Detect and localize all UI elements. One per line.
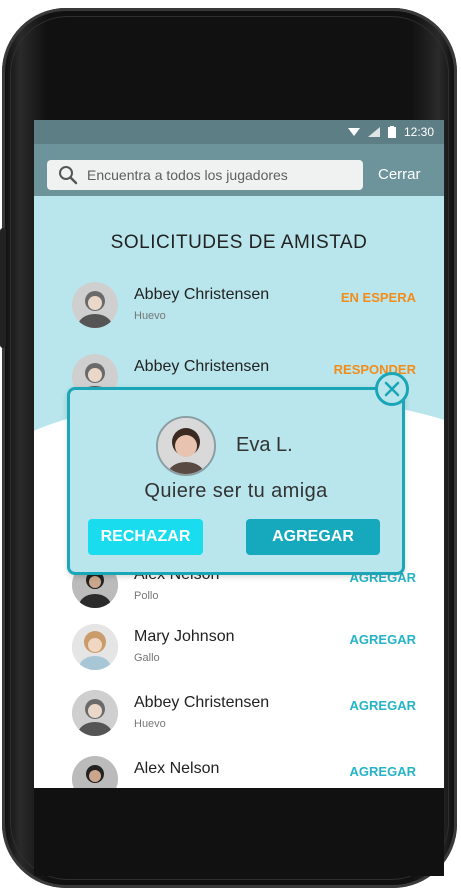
status-time: 12:30 [403, 125, 434, 139]
list-item[interactable]: Mary Johnson Gallo AGREGAR [34, 624, 444, 684]
search-box[interactable] [47, 160, 363, 190]
avatar [72, 690, 118, 736]
add-button[interactable]: AGREGAR [350, 632, 416, 647]
list-item[interactable]: Alex Nelson AGREGAR [34, 756, 444, 788]
dialog-name: Eva L. [236, 434, 293, 456]
list-item-name: Abbey Christensen [134, 286, 270, 303]
phone-side-button [0, 228, 6, 348]
list-item-name: Abbey Christensen [134, 694, 270, 711]
list-item-subtitle: Huevo [134, 310, 166, 322]
list-item-name: Abbey Christensen [134, 358, 270, 375]
status-bar: 12:30 [34, 120, 444, 144]
list-item-subtitle: Gallo [134, 652, 160, 664]
dialog-message: Quiere ser tu amiga [144, 480, 328, 502]
search-input[interactable] [85, 166, 349, 184]
search-bar: Cerrar [34, 144, 444, 196]
accept-button[interactable]: AGREGAR [246, 519, 380, 555]
page-title: SOLICITUDES DE AMISTAD [110, 232, 368, 253]
list-item-name: Mary Johnson [134, 628, 235, 645]
friend-request-dialog: Eva L. Quiere ser tu amiga RECHAZAR AGRE… [67, 387, 405, 575]
list-item-name: Alex Nelson [134, 760, 220, 777]
list-item-subtitle: Pollo [134, 590, 159, 602]
list-item-subtitle: Huevo [134, 718, 166, 730]
avatar [72, 282, 118, 328]
battery-icon [387, 126, 396, 138]
avatar [72, 756, 118, 788]
signal-icon [367, 127, 380, 137]
list-item[interactable]: Abbey Christensen Huevo EN ESPERA [34, 282, 444, 342]
wifi-icon [347, 128, 360, 136]
phone-bottom-bezel [34, 788, 444, 876]
avatar [72, 624, 118, 670]
add-button[interactable]: AGREGAR [350, 764, 416, 779]
close-dialog-button[interactable] [375, 372, 409, 406]
status-en-espera[interactable]: EN ESPERA [341, 290, 416, 305]
avatar [156, 416, 216, 476]
close-button[interactable]: Cerrar [378, 166, 421, 183]
add-button[interactable]: AGREGAR [350, 698, 416, 713]
reject-button[interactable]: RECHAZAR [88, 519, 203, 555]
list-item[interactable]: Abbey Christensen Huevo AGREGAR [34, 690, 444, 750]
search-icon [59, 166, 78, 185]
close-icon [384, 381, 400, 397]
